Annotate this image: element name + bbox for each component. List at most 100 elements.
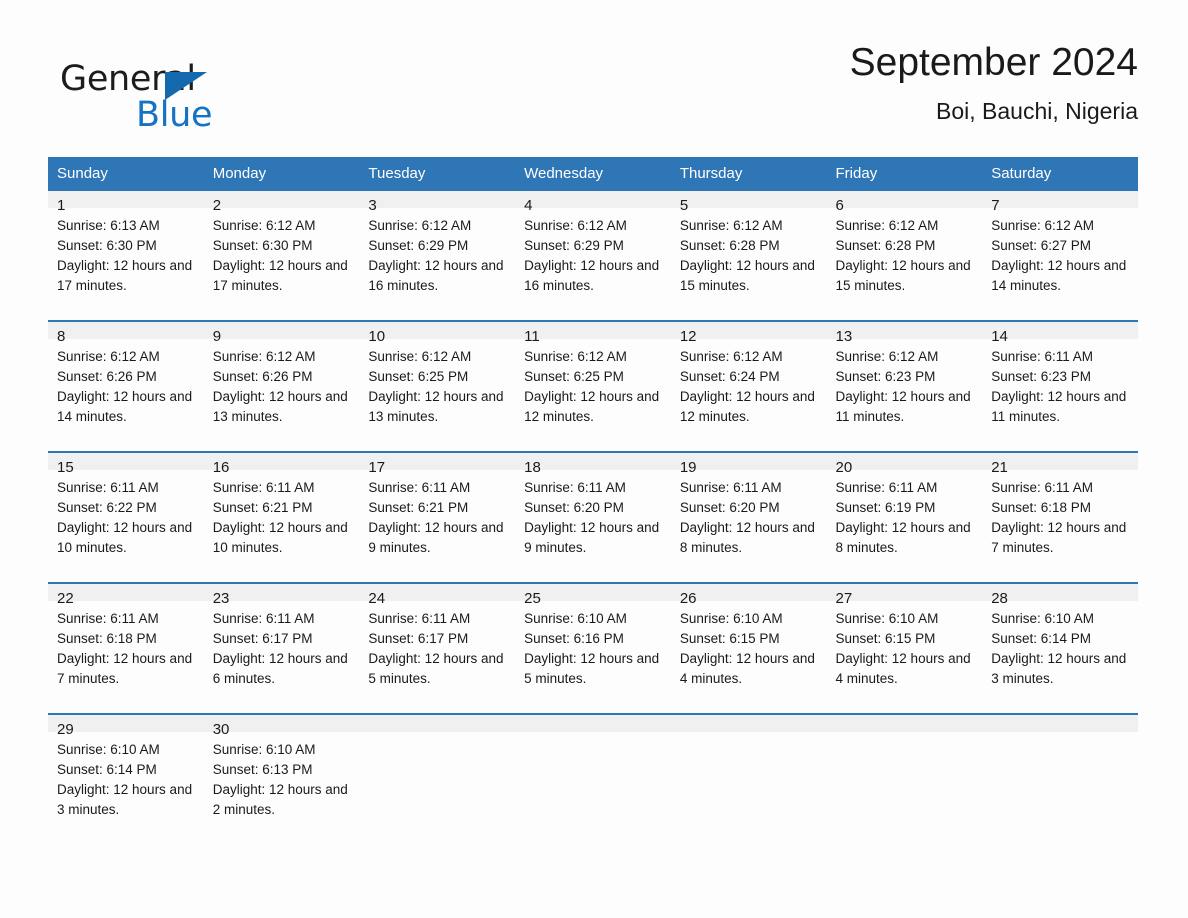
sunrise-text: Sunrise: 6:10 AM — [212, 742, 316, 757]
day-number: 11 — [515, 322, 671, 345]
day-cell[interactable]: 27 Sunrise: 6:10 AM Sunset: 6:15 PM Dayl… — [826, 582, 983, 714]
sunset-text: Sunset: 6:20 PM — [679, 500, 780, 515]
day-details: Sunrise: 6:11 AM Sunset: 6:20 PM Dayligh… — [515, 470, 671, 582]
sunrise-text: Sunrise: 6:12 AM — [368, 218, 472, 233]
weekday-header-saturday: Saturday — [982, 157, 1138, 191]
sunrise-text: Sunrise: 6:11 AM — [368, 480, 471, 495]
day-cell-empty — [359, 713, 516, 844]
weekday-header-row: Sunday Monday Tuesday Wednesday Thursday… — [48, 157, 1138, 191]
day-cell[interactable]: 20 Sunrise: 6:11 AM Sunset: 6:19 PM Dayl… — [826, 451, 983, 583]
week-row: 22 Sunrise: 6:11 AM Sunset: 6:18 PM Dayl… — [48, 582, 1138, 714]
day-cell[interactable]: 16 Sunrise: 6:11 AM Sunset: 6:21 PM Dayl… — [203, 451, 360, 583]
sunrise-text: Sunrise: 6:12 AM — [57, 349, 160, 364]
daylight-text: Daylight: 12 hours and 15 minutes. — [679, 258, 815, 293]
day-details: Sunrise: 6:11 AM Sunset: 6:22 PM Dayligh… — [48, 470, 204, 582]
day-cell[interactable]: 8 Sunrise: 6:12 AM Sunset: 6:26 PM Dayli… — [48, 320, 204, 452]
sunrise-text: Sunrise: 6:11 AM — [368, 611, 471, 626]
sunrise-text: Sunrise: 6:12 AM — [368, 349, 472, 364]
day-details: Sunrise: 6:12 AM Sunset: 6:24 PM Dayligh… — [671, 339, 827, 451]
generalblue-logo[interactable]: General Blue — [60, 54, 260, 134]
sunrise-text: Sunrise: 6:11 AM — [835, 480, 938, 495]
sunrise-text: Sunrise: 6:12 AM — [679, 349, 783, 364]
day-cell[interactable]: 23 Sunrise: 6:11 AM Sunset: 6:17 PM Dayl… — [203, 582, 360, 714]
day-details: Sunrise: 6:10 AM Sunset: 6:15 PM Dayligh… — [671, 601, 827, 713]
week-row: 1 Sunrise: 6:13 AM Sunset: 6:30 PM Dayli… — [48, 191, 1138, 321]
day-number: 23 — [203, 584, 360, 607]
day-details — [982, 732, 1138, 844]
daylight-text: Daylight: 12 hours and 14 minutes. — [991, 258, 1127, 293]
sunset-text: Sunset: 6:23 PM — [991, 369, 1092, 384]
sunset-text: Sunset: 6:28 PM — [679, 238, 780, 253]
sunset-text: Sunset: 6:17 PM — [368, 631, 469, 646]
sunrise-text: Sunrise: 6:11 AM — [524, 480, 626, 495]
day-number: 6 — [826, 191, 983, 214]
sunrise-text: Sunrise: 6:11 AM — [212, 611, 315, 626]
day-cell[interactable]: 22 Sunrise: 6:11 AM Sunset: 6:18 PM Dayl… — [48, 582, 204, 714]
daylight-text: Daylight: 12 hours and 4 minutes. — [835, 651, 971, 686]
sunset-text: Sunset: 6:30 PM — [57, 238, 157, 253]
week-row: 29 Sunrise: 6:10 AM Sunset: 6:14 PM Dayl… — [48, 713, 1138, 844]
day-cell[interactable]: 9 Sunrise: 6:12 AM Sunset: 6:26 PM Dayli… — [203, 320, 360, 452]
day-details: Sunrise: 6:13 AM Sunset: 6:30 PM Dayligh… — [48, 208, 204, 320]
day-cell[interactable]: 18 Sunrise: 6:11 AM Sunset: 6:20 PM Dayl… — [515, 451, 671, 583]
sunrise-text: Sunrise: 6:10 AM — [991, 611, 1095, 626]
day-number — [826, 715, 983, 732]
day-number: 28 — [982, 584, 1138, 607]
day-cell[interactable]: 12 Sunrise: 6:12 AM Sunset: 6:24 PM Dayl… — [670, 320, 827, 452]
daylight-text: Daylight: 12 hours and 9 minutes. — [524, 520, 660, 555]
sunrise-text: Sunrise: 6:10 AM — [57, 742, 160, 757]
day-cell[interactable]: 29 Sunrise: 6:10 AM Sunset: 6:14 PM Dayl… — [48, 713, 204, 844]
day-cell[interactable]: 1 Sunrise: 6:13 AM Sunset: 6:30 PM Dayli… — [48, 191, 204, 321]
day-cell-empty — [670, 713, 827, 844]
day-cell[interactable]: 17 Sunrise: 6:11 AM Sunset: 6:21 PM Dayl… — [359, 451, 516, 583]
sunset-text: Sunset: 6:30 PM — [212, 238, 313, 253]
day-cell[interactable]: 10 Sunrise: 6:12 AM Sunset: 6:25 PM Dayl… — [359, 320, 516, 452]
sunset-text: Sunset: 6:21 PM — [368, 500, 469, 515]
sunrise-text: Sunrise: 6:10 AM — [835, 611, 939, 626]
weekday-header-wednesday: Wednesday — [515, 157, 671, 191]
day-cell[interactable]: 2 Sunrise: 6:12 AM Sunset: 6:30 PM Dayli… — [203, 191, 360, 321]
daylight-text: Daylight: 12 hours and 16 minutes. — [524, 258, 660, 293]
sunset-text: Sunset: 6:15 PM — [835, 631, 936, 646]
day-number: 4 — [515, 191, 671, 214]
day-cell[interactable]: 15 Sunrise: 6:11 AM Sunset: 6:22 PM Dayl… — [48, 451, 204, 583]
day-number: 16 — [203, 453, 360, 476]
day-cell[interactable]: 25 Sunrise: 6:10 AM Sunset: 6:16 PM Dayl… — [515, 582, 671, 714]
day-number: 17 — [359, 453, 516, 476]
day-cell[interactable]: 11 Sunrise: 6:12 AM Sunset: 6:25 PM Dayl… — [515, 320, 671, 452]
day-details: Sunrise: 6:11 AM Sunset: 6:18 PM Dayligh… — [982, 470, 1138, 582]
day-details — [515, 732, 671, 844]
sunset-text: Sunset: 6:13 PM — [212, 762, 313, 777]
day-cell[interactable]: 6 Sunrise: 6:12 AM Sunset: 6:28 PM Dayli… — [826, 191, 983, 321]
day-cell[interactable]: 14 Sunrise: 6:11 AM Sunset: 6:23 PM Dayl… — [982, 320, 1138, 452]
day-cell[interactable]: 24 Sunrise: 6:11 AM Sunset: 6:17 PM Dayl… — [359, 582, 516, 714]
sunrise-text: Sunrise: 6:10 AM — [679, 611, 783, 626]
sunset-text: Sunset: 6:18 PM — [57, 631, 157, 646]
day-cell[interactable]: 26 Sunrise: 6:10 AM Sunset: 6:15 PM Dayl… — [670, 582, 827, 714]
day-cell[interactable]: 13 Sunrise: 6:12 AM Sunset: 6:23 PM Dayl… — [826, 320, 983, 452]
sunset-text: Sunset: 6:29 PM — [524, 238, 624, 253]
sunset-text: Sunset: 6:14 PM — [991, 631, 1092, 646]
day-details: Sunrise: 6:11 AM Sunset: 6:23 PM Dayligh… — [982, 339, 1138, 451]
sunset-text: Sunset: 6:27 PM — [991, 238, 1092, 253]
day-details — [827, 732, 983, 844]
day-details: Sunrise: 6:11 AM Sunset: 6:21 PM Dayligh… — [359, 470, 515, 582]
day-cell[interactable]: 4 Sunrise: 6:12 AM Sunset: 6:29 PM Dayli… — [515, 191, 671, 321]
day-number: 13 — [826, 322, 983, 345]
daylight-text: Daylight: 12 hours and 10 minutes. — [212, 520, 348, 555]
day-cell[interactable]: 28 Sunrise: 6:10 AM Sunset: 6:14 PM Dayl… — [982, 582, 1138, 714]
day-cell[interactable]: 30 Sunrise: 6:10 AM Sunset: 6:13 PM Dayl… — [203, 713, 360, 844]
day-details: Sunrise: 6:11 AM Sunset: 6:17 PM Dayligh… — [359, 601, 515, 713]
day-cell[interactable]: 7 Sunrise: 6:12 AM Sunset: 6:27 PM Dayli… — [982, 191, 1138, 321]
day-number — [670, 715, 827, 732]
daylight-text: Daylight: 12 hours and 5 minutes. — [524, 651, 660, 686]
day-cell[interactable]: 19 Sunrise: 6:11 AM Sunset: 6:20 PM Dayl… — [670, 451, 827, 583]
sunset-text: Sunset: 6:14 PM — [57, 762, 157, 777]
day-cell[interactable]: 5 Sunrise: 6:12 AM Sunset: 6:28 PM Dayli… — [670, 191, 827, 321]
day-details: Sunrise: 6:12 AM Sunset: 6:23 PM Dayligh… — [827, 339, 983, 451]
day-cell[interactable]: 21 Sunrise: 6:11 AM Sunset: 6:18 PM Dayl… — [982, 451, 1138, 583]
logo-text-blue: Blue — [136, 95, 213, 135]
day-cell[interactable]: 3 Sunrise: 6:12 AM Sunset: 6:29 PM Dayli… — [359, 191, 516, 321]
daylight-text: Daylight: 12 hours and 9 minutes. — [368, 520, 504, 555]
day-number: 15 — [48, 453, 204, 476]
